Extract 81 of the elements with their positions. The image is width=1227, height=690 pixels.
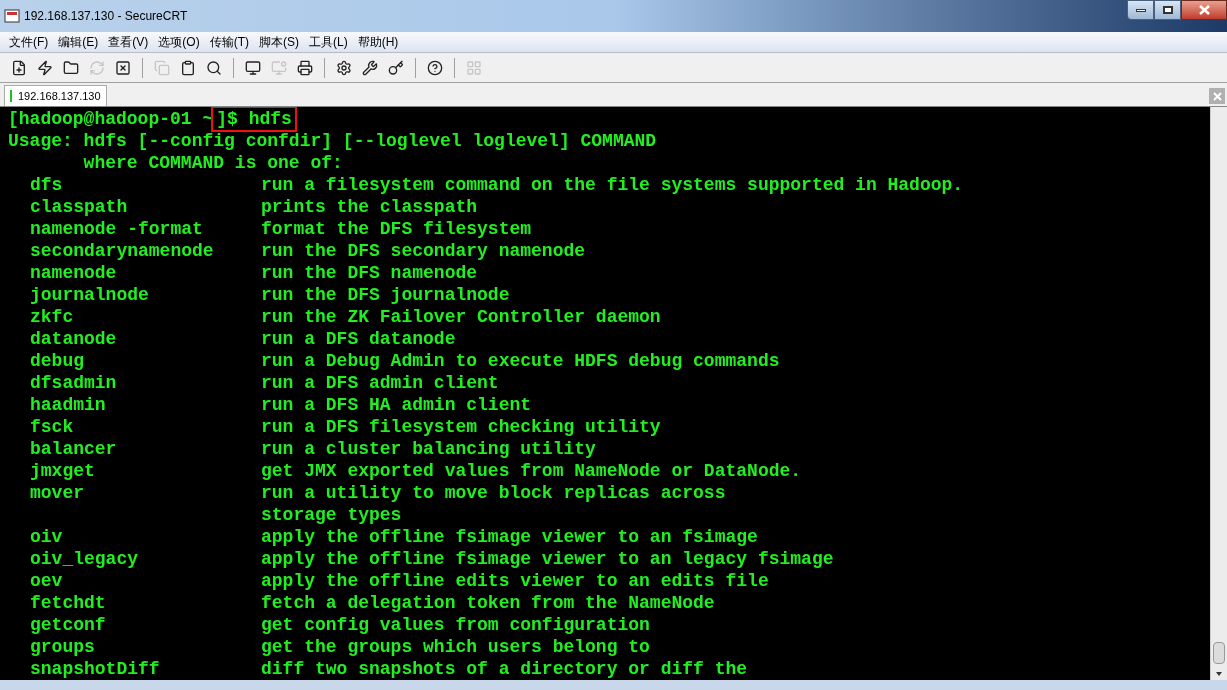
command-description: fetch a delegation token from the NameNode bbox=[261, 592, 715, 614]
highlighted-command: ]$ hdfs bbox=[213, 108, 295, 130]
folder-icon bbox=[63, 59, 79, 76]
command-description: get the groups which users belong to bbox=[261, 636, 650, 658]
command-name: jmxget bbox=[30, 461, 95, 481]
window-title: 192.168.137.130 - SecureCRT bbox=[24, 8, 188, 25]
command-description: apply the offline fsimage viewer to an legacy fsimage bbox=[261, 548, 834, 570]
scrollbar-thumb[interactable] bbox=[1213, 642, 1225, 664]
menu-item[interactable]: 选项(O) bbox=[153, 33, 205, 51]
command-name: haadmin bbox=[30, 395, 106, 415]
command-description: run a DFS admin client bbox=[261, 372, 499, 394]
lightning-icon bbox=[37, 59, 53, 76]
command-description: run a filesystem command on the file systems supported in Hadoop. bbox=[261, 174, 964, 196]
printer-icon bbox=[297, 59, 313, 76]
command-description: diff two snapshots of a directory or diff the bbox=[261, 658, 748, 680]
command-name: oiv bbox=[30, 527, 63, 547]
close-button[interactable] bbox=[1181, 0, 1227, 20]
settings-icon bbox=[336, 59, 352, 76]
command-name: oev bbox=[30, 571, 63, 591]
command-name: namenode -format bbox=[30, 219, 203, 239]
terminal-line: where COMMAND is one of: bbox=[82, 152, 344, 174]
command-description: get config values from configuration bbox=[261, 614, 650, 636]
command-name: fetchdt bbox=[30, 593, 106, 613]
command-description: apply the offline fsimage viewer to an fsimage bbox=[261, 526, 758, 548]
command-description: apply the offline edits viewer to an edits file bbox=[261, 570, 769, 592]
menu-item[interactable]: 帮助(H) bbox=[352, 33, 404, 51]
close-icon bbox=[1212, 91, 1222, 101]
menu-item[interactable]: 文件(F) bbox=[4, 33, 54, 51]
command-description: run the DFS journalnode bbox=[261, 284, 510, 306]
app-icon bbox=[4, 8, 20, 24]
maximize-button[interactable] bbox=[1154, 0, 1181, 20]
command-description: run the ZK Failover Controller daemon bbox=[261, 306, 661, 328]
command-description: get JMX exported values from NameNode or DataNode. bbox=[261, 460, 802, 482]
command-name: snapshotDiff bbox=[30, 659, 160, 679]
command-name: getconf bbox=[30, 615, 106, 635]
command-name: debug bbox=[30, 351, 84, 371]
command-name: journalnode bbox=[30, 285, 149, 305]
command-description: run a DFS datanode bbox=[261, 328, 456, 350]
command-name: balancer bbox=[30, 439, 117, 459]
search-icon bbox=[206, 59, 222, 76]
menu-item[interactable]: 脚本(S) bbox=[254, 33, 304, 51]
grid-icon bbox=[466, 59, 482, 76]
session-tab[interactable]: 192.168.137.130 bbox=[4, 85, 107, 106]
close-icon bbox=[1198, 5, 1210, 15]
minimize-button[interactable] bbox=[1127, 0, 1154, 20]
monitor-icon bbox=[271, 59, 287, 76]
copy-icon bbox=[154, 59, 170, 76]
menu-item[interactable]: 查看(V) bbox=[103, 33, 154, 51]
command-description: run a Debug Admin to execute HDFS debug commands bbox=[261, 350, 780, 372]
menu-item[interactable]: 编辑(E) bbox=[53, 33, 104, 51]
command-name: namenode bbox=[30, 263, 117, 283]
command-name: dfs bbox=[30, 175, 63, 195]
help-icon bbox=[427, 59, 443, 76]
tools-icon bbox=[362, 59, 378, 76]
command-description: run a cluster balancing utility bbox=[261, 438, 596, 460]
command-description: run the DFS namenode bbox=[261, 262, 478, 284]
command-name: datanode bbox=[30, 329, 117, 349]
command-description: storage types bbox=[261, 504, 402, 526]
key-icon bbox=[388, 59, 404, 76]
command-description: run a utility to move block replicas across bbox=[261, 482, 726, 504]
command-description: format the DFS filesystem bbox=[261, 218, 532, 240]
disconnect-icon bbox=[115, 59, 131, 76]
command-name: groups bbox=[30, 637, 95, 657]
refresh-icon bbox=[89, 59, 105, 76]
command-name: secondarynamenode bbox=[30, 241, 214, 261]
command-name: classpath bbox=[30, 197, 128, 217]
new-session-icon bbox=[11, 59, 27, 76]
command-description: prints the classpath bbox=[261, 196, 478, 218]
monitor-icon bbox=[245, 59, 261, 76]
command-name: oiv_legacy bbox=[30, 549, 139, 569]
menu-item[interactable]: 工具(L) bbox=[304, 33, 353, 51]
command-description: run a DFS filesystem checking utility bbox=[261, 416, 661, 438]
command-name: dfsadmin bbox=[30, 373, 117, 393]
terminal-line: Usage: hdfs [--config confdir] [--loglevel loglevel] COMMAND bbox=[8, 130, 658, 152]
clipboard-icon bbox=[180, 59, 196, 76]
menu-item[interactable]: 传输(T) bbox=[204, 33, 254, 51]
command-name: fsck bbox=[30, 417, 74, 437]
command-name: zkfc bbox=[30, 307, 74, 327]
command-description: run a DFS HA admin client bbox=[261, 394, 532, 416]
command-description: run the DFS secondary namenode bbox=[261, 240, 586, 262]
command-name: mover bbox=[30, 483, 84, 503]
